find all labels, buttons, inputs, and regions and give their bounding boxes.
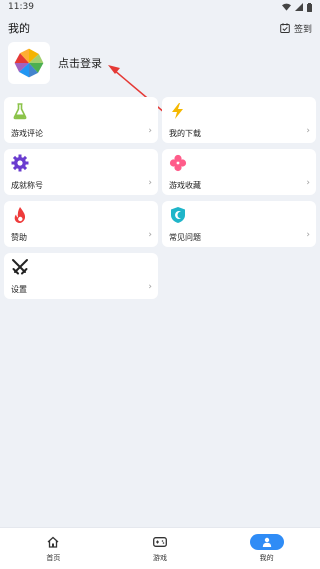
bottom-nav: 首页 游戏 我的 [0, 527, 320, 569]
chevron-right-icon: › [306, 178, 310, 188]
nav-label: 我的 [259, 554, 274, 562]
clover-heart-icon [169, 154, 187, 172]
gear-badge-icon [11, 154, 29, 172]
chevron-right-icon: › [148, 230, 152, 240]
gamepad-icon [153, 534, 167, 550]
crossed-swords-icon [12, 259, 28, 275]
menu-card-sponsor[interactable]: 赞助 › [4, 201, 158, 247]
nav-item-home[interactable]: 首页 [8, 534, 98, 563]
menu-card-settings[interactable]: 设置 › [4, 253, 158, 299]
menu-card-achievements[interactable]: 成就称号 › [4, 149, 158, 195]
menu-label: 赞助 [11, 233, 27, 242]
menu-card-faq[interactable]: 常见问题 › [162, 201, 316, 247]
chevron-right-icon: › [148, 178, 152, 188]
shield-icon [171, 207, 185, 223]
nav-item-me[interactable]: 我的 [222, 534, 312, 563]
chevron-right-icon: › [148, 126, 152, 136]
person-icon [249, 534, 284, 550]
menu-label: 常见问题 [169, 233, 201, 242]
flask-icon [13, 103, 27, 120]
nav-item-games[interactable]: 游戏 [115, 534, 205, 563]
menu-card-favorites[interactable]: 游戏收藏 › [162, 149, 316, 195]
nav-active-indicator [249, 534, 284, 550]
chevron-right-icon: › [148, 282, 152, 292]
menu-label: 游戏收藏 [169, 181, 201, 190]
menu-card-downloads[interactable]: 我的下载 › [162, 97, 316, 143]
lightning-icon [172, 103, 183, 119]
menu-label: 成就称号 [11, 181, 43, 190]
menu-label: 我的下载 [169, 129, 201, 138]
menu-label: 游戏评论 [11, 129, 43, 138]
menu-label: 设置 [11, 285, 27, 294]
chevron-right-icon: › [306, 126, 310, 136]
menu-card-reviews[interactable]: 游戏评论 › [4, 97, 158, 143]
nav-label: 首页 [46, 554, 61, 562]
home-icon [47, 534, 59, 550]
flame-icon [14, 207, 26, 223]
nav-label: 游戏 [152, 554, 167, 562]
chevron-right-icon: › [306, 230, 310, 240]
